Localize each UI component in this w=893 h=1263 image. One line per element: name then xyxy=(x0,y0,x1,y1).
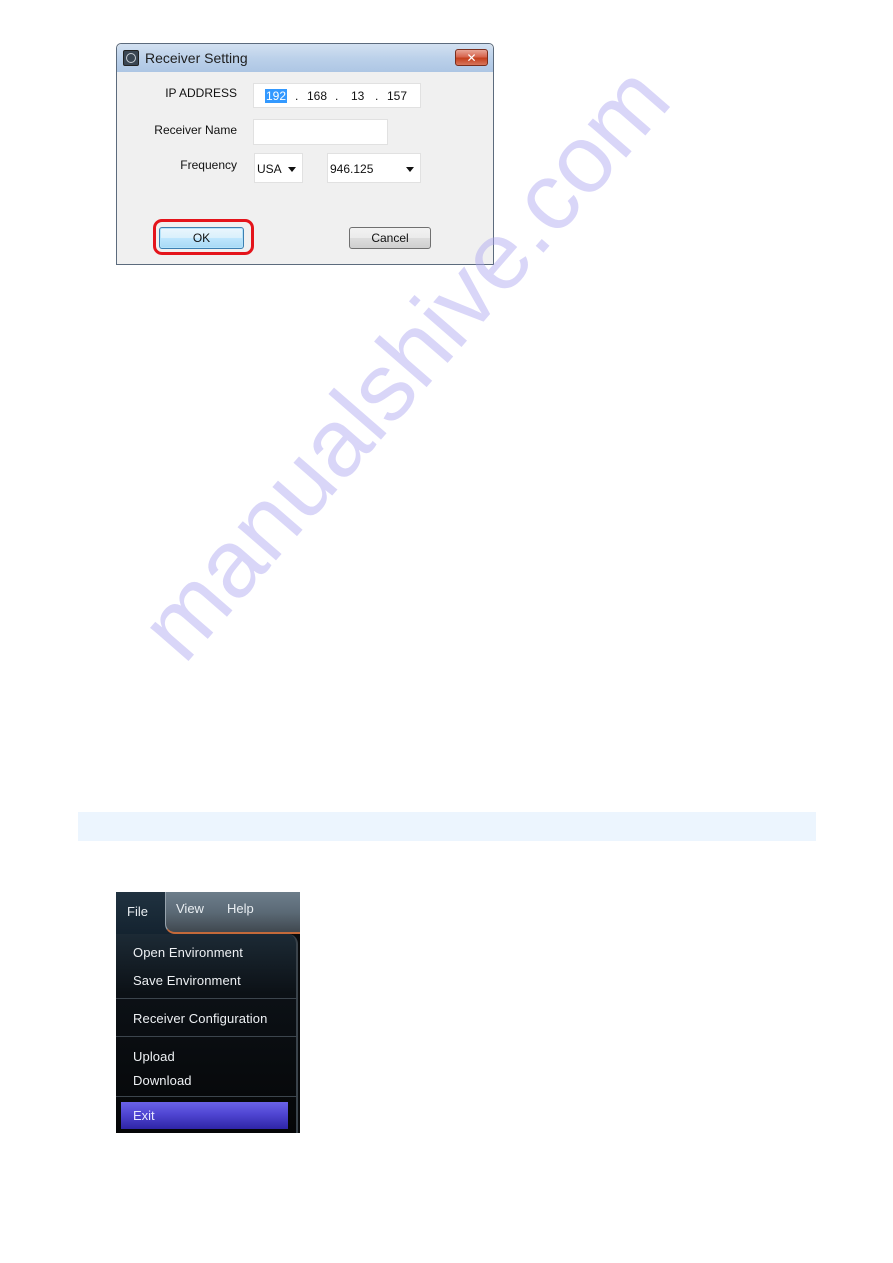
frequency-label: Frequency xyxy=(180,158,237,172)
ip-dot: . xyxy=(375,89,379,103)
menu-view[interactable]: View xyxy=(176,901,204,916)
menu-item-upload[interactable]: Upload xyxy=(133,1049,175,1064)
region-value: USA xyxy=(257,162,282,176)
cancel-button[interactable]: Cancel xyxy=(349,227,431,249)
app-logo-icon xyxy=(123,50,139,66)
ip-dot: . xyxy=(335,89,339,103)
file-menu-screenshot: File View Help Open Environment Save Env… xyxy=(116,892,300,1133)
dialog-title: Receiver Setting xyxy=(145,50,248,66)
region-select[interactable]: USA xyxy=(254,153,303,183)
menu-separator xyxy=(116,1036,298,1037)
close-button[interactable]: ✕ xyxy=(455,49,488,66)
menu-item-exit[interactable]: Exit xyxy=(121,1102,288,1129)
ip-octet-2[interactable]: 168 xyxy=(307,89,327,103)
menu-item-receiver-configuration[interactable]: Receiver Configuration xyxy=(133,1011,267,1026)
menu-help[interactable]: Help xyxy=(227,901,254,916)
ip-octet-4[interactable]: 157 xyxy=(387,89,407,103)
frequency-select[interactable]: 946.125 xyxy=(327,153,421,183)
ip-dot: . xyxy=(295,89,299,103)
receiver-name-input[interactable] xyxy=(253,119,388,145)
file-dropdown: Open Environment Save Environment Receiv… xyxy=(116,934,298,1133)
ip-address-input[interactable]: 192 . 168 . 13 . 157 xyxy=(253,83,421,108)
chevron-down-icon xyxy=(288,167,296,172)
receiver-name-label: Receiver Name xyxy=(154,123,237,137)
menu-file[interactable]: File xyxy=(127,904,148,919)
ok-button-highlight xyxy=(153,219,254,255)
dialog-titlebar[interactable]: Receiver Setting ✕ xyxy=(117,44,493,72)
chevron-down-icon xyxy=(406,167,414,172)
section-band xyxy=(78,812,816,841)
ip-octet-3[interactable]: 13 xyxy=(351,89,364,103)
exit-label: Exit xyxy=(133,1108,155,1123)
close-icon: ✕ xyxy=(466,50,477,65)
ip-octet-1[interactable]: 192 xyxy=(265,89,288,103)
frequency-value: 946.125 xyxy=(330,162,374,176)
menu-item-download[interactable]: Download xyxy=(133,1073,192,1088)
menu-item-open-environment[interactable]: Open Environment xyxy=(133,945,243,960)
menu-item-save-environment[interactable]: Save Environment xyxy=(133,973,241,988)
ip-address-label: IP ADDRESS xyxy=(165,86,237,100)
menu-separator xyxy=(116,1096,298,1097)
menubar: File View Help xyxy=(116,892,300,934)
menu-separator xyxy=(116,998,298,999)
